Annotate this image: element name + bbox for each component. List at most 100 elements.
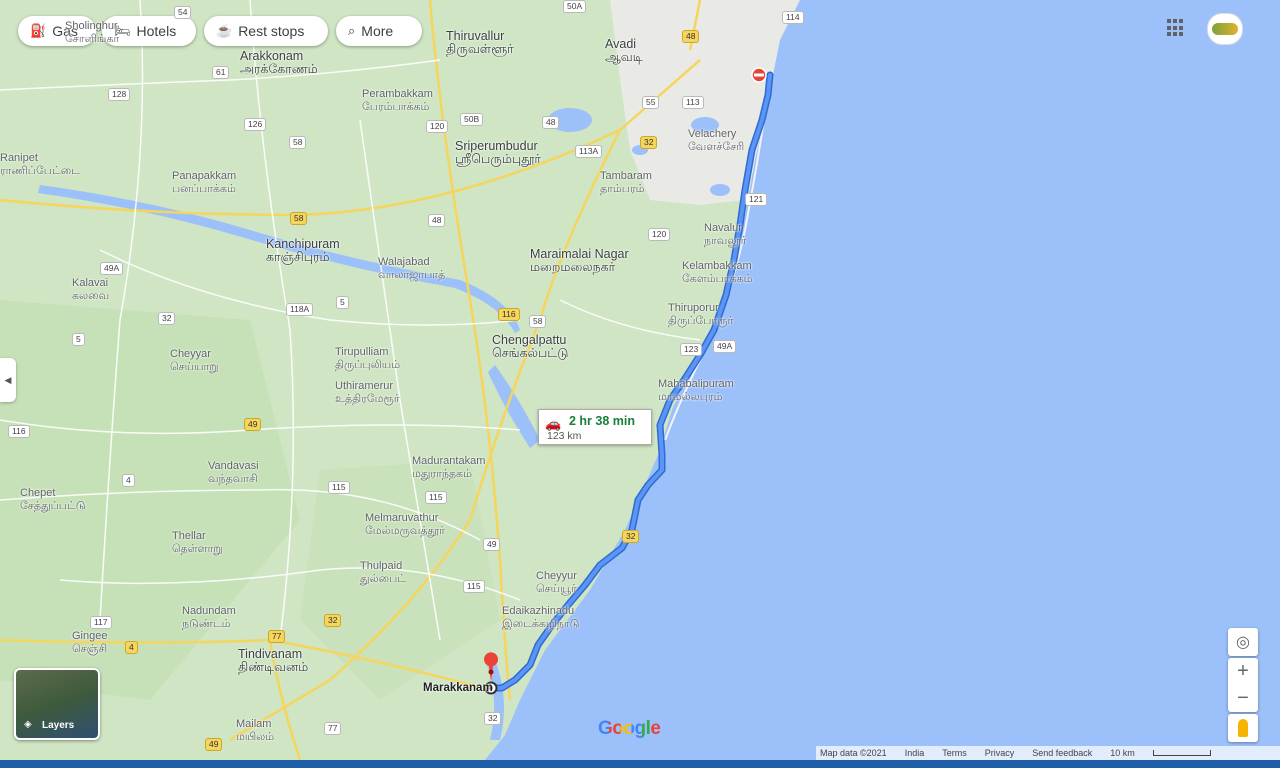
place-label: Mahabalipuram மாமல்லபுரம்: [658, 378, 734, 404]
place-name-ta: தெள்ளாறு: [172, 543, 223, 555]
send-feedback-link[interactable]: Send feedback: [1032, 748, 1092, 758]
highway-shield: 121: [745, 193, 768, 206]
highway-shield: 55: [642, 96, 660, 109]
place-label: Thellar தெள்ளாறு: [172, 530, 223, 556]
place-label: Nadundam நடுண்டம்: [182, 605, 236, 631]
chevron-left-icon: ◀: [4, 374, 12, 385]
place-name-ta: காஞ்சிபுரம்: [266, 250, 330, 264]
place-name-ta: செய்யாறு: [170, 361, 219, 373]
highway-shield: 118A: [286, 303, 314, 316]
place-name-en: Madurantakam: [412, 455, 486, 467]
highway-shield: 49: [205, 738, 223, 751]
map-data-attribution: Map data ©2021: [820, 748, 887, 758]
privacy-link[interactable]: Privacy: [985, 748, 1015, 758]
place-name-ta: இடைக்கழிநாடு: [502, 618, 580, 630]
layers-button[interactable]: ◈ Layers: [14, 668, 100, 740]
place-name-ta: துல்பைட்: [360, 573, 407, 585]
highway-shield: 58: [289, 136, 307, 149]
place-label: Tirupulliam திருப்புலியம்: [335, 346, 400, 372]
more-label: More: [361, 23, 394, 39]
place-name-ta: சேத்துப்பட்டு: [20, 500, 86, 512]
place-name-en: Tirupulliam: [335, 346, 389, 358]
highway-shield: 32: [622, 530, 640, 543]
place-name-en: Ranipet: [0, 152, 38, 164]
apps-grid-icon[interactable]: [1167, 19, 1185, 37]
highway-shield: 48: [428, 214, 446, 227]
destination-label: Marakkanam: [423, 682, 493, 694]
route-distance: 123 km: [547, 430, 582, 442]
place-name-en: Mahabalipuram: [658, 378, 734, 390]
place-name-en: Navalur: [704, 222, 742, 234]
place-label: Madurantakam மதுராந்தகம்: [412, 455, 485, 481]
google-logo-text: Google: [598, 718, 661, 739]
search-icon: ⌕: [348, 23, 356, 38]
my-location-button[interactable]: ◎: [1228, 628, 1258, 656]
map-canvas[interactable]: [0, 0, 1280, 768]
highway-shield: 117: [90, 616, 112, 629]
terms-link[interactable]: Terms: [942, 748, 967, 758]
rest-stops-chip[interactable]: ☕ Rest stops: [204, 16, 328, 46]
highway-shield: 128: [108, 88, 131, 101]
avatar[interactable]: [1207, 13, 1243, 45]
place-name-en: Gingee: [72, 630, 108, 642]
highway-shield: 116: [8, 425, 30, 438]
place-name-ta: செய்யூர்: [536, 583, 577, 595]
highway-shield: 77: [268, 630, 286, 643]
place-name-ta: நாவலூர்: [704, 235, 747, 247]
highway-shield: 5: [336, 296, 349, 309]
place-label: Ranipet ராணிப்பேட்டை: [0, 152, 80, 178]
place-name-ta: உத்திரமேரூர்: [335, 393, 400, 405]
place-name-ta: கேளம்பாக்கம்: [682, 273, 753, 285]
zoom-out-button[interactable]: −: [1237, 685, 1249, 712]
place-name-en: Walajabad: [378, 256, 430, 268]
place-name-ta: திருப்புலியம்: [335, 359, 401, 371]
place-label: Panapakkam பனப்பாக்கம்: [172, 170, 236, 196]
place-name-en: Perambakkam: [362, 88, 433, 100]
gas-icon: ⛽: [30, 23, 47, 38]
highway-shield: 123: [680, 343, 703, 356]
route-callout[interactable]: 🚗 2 hr 38 min 123 km: [538, 409, 652, 445]
highway-shield: 32: [484, 712, 502, 725]
place-name-ta: வந்தவாசி: [208, 473, 258, 485]
highway-shield: 49A: [713, 340, 737, 353]
highway-shield: 115: [463, 580, 485, 593]
place-name-en: Cheyyar: [170, 348, 211, 360]
place-name-ta: மேல்மருவத்தூர்: [365, 525, 445, 537]
place-label: Tindivanam திண்டிவனம்: [238, 648, 308, 674]
route-duration: 2 hr 38 min: [569, 414, 635, 428]
more-chip[interactable]: ⌕ More: [336, 16, 422, 46]
highway-shield: 32: [324, 614, 342, 627]
highway-shield: 48: [542, 116, 560, 129]
place-label: Perambakkam பேரம்பாக்கம்: [362, 88, 433, 114]
place-name-ta: மதுராந்தகம்: [412, 468, 472, 480]
place-name-en: Thiruporur: [668, 302, 719, 314]
place-label: Thiruporur திருப்போரூர்: [668, 302, 733, 328]
collapse-panel-button[interactable]: ◀: [0, 358, 16, 402]
highway-shield: 115: [328, 481, 350, 494]
place-label: Sholinghur சோளிங்கர்: [65, 20, 119, 46]
zoom-in-button[interactable]: +: [1237, 658, 1249, 685]
place-name-en: Sholinghur: [65, 20, 118, 32]
place-label: Melmaruvathur மேல்மருவத்தூர்: [365, 512, 445, 538]
highway-shield: 58: [290, 212, 308, 225]
hotels-label: Hotels: [136, 23, 177, 39]
google-logo: Google: [598, 718, 661, 740]
place-label: Chepet சேத்துப்பட்டு: [20, 487, 86, 513]
my-location-icon: ◎: [1236, 634, 1250, 651]
highway-shield: 115: [425, 491, 447, 504]
place-name-en: Nadundam: [182, 605, 236, 617]
highway-shield: 5: [72, 333, 85, 346]
place-name-en: Velachery: [688, 128, 737, 140]
place-label: Gingee செஞ்சி: [72, 630, 107, 656]
place-label: Uthiramerur உத்திரமேரூர்: [335, 380, 400, 406]
place-name-en: Thellar: [172, 530, 206, 542]
scale-label: 10 km: [1110, 748, 1135, 758]
layers-label: Layers: [42, 720, 75, 731]
place-label: Sriperumbudur ஸ்ரீபெரும்புதூர்: [455, 140, 541, 166]
country-link[interactable]: India: [905, 748, 925, 758]
highway-shield: 113: [682, 96, 704, 109]
street-view-pegman[interactable]: [1228, 714, 1258, 742]
rest-stops-label: Rest stops: [238, 23, 305, 39]
highway-shield: 116: [498, 308, 520, 321]
place-label: Thiruvallur திருவள்ளூர்: [446, 30, 514, 56]
